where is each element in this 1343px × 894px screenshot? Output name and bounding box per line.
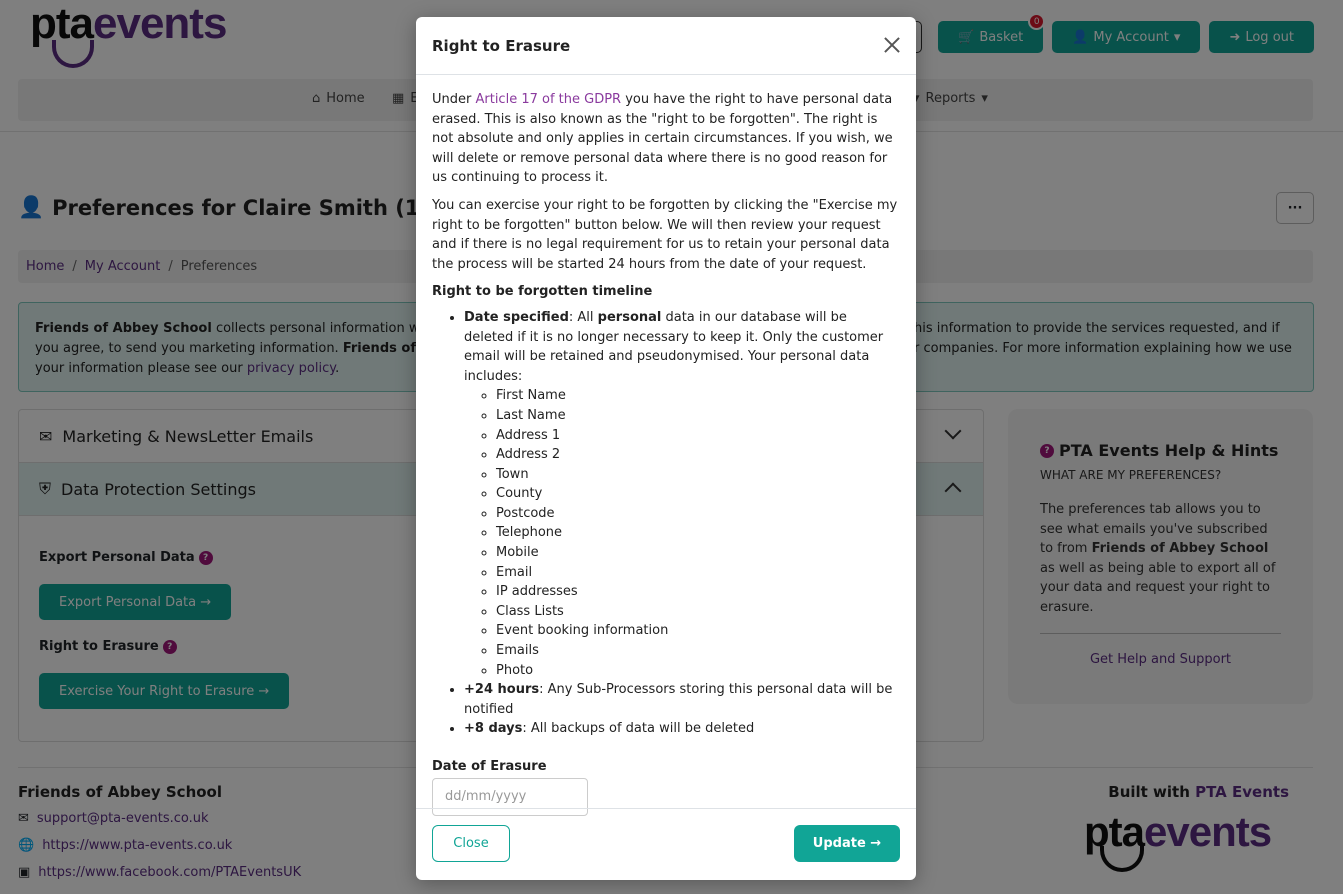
- list-item: First Name: [496, 386, 900, 406]
- close-icon[interactable]: [882, 35, 902, 55]
- date-of-erasure-label: Date of Erasure: [432, 759, 547, 774]
- list-item: Telephone: [496, 523, 900, 543]
- modal-header: Right to Erasure: [416, 17, 916, 75]
- modal-footer: Close Update →: [416, 808, 916, 880]
- list-item: Mobile: [496, 543, 900, 563]
- list-item: Event booking information: [496, 621, 900, 641]
- list-item: Address 1: [496, 426, 900, 446]
- list-item: Email: [496, 563, 900, 583]
- close-button[interactable]: Close: [432, 825, 510, 862]
- timeline-item: +8 days: All backups of data will be del…: [464, 719, 900, 739]
- list-item: IP addresses: [496, 582, 900, 602]
- timeline-list: Date specified: All personal data in our…: [432, 308, 900, 739]
- timeline-item: +24 hours: Any Sub-Processors storing th…: [464, 680, 900, 719]
- update-button[interactable]: Update →: [794, 825, 900, 862]
- list-item: Class Lists: [496, 602, 900, 622]
- modal-title: Right to Erasure: [432, 36, 571, 55]
- gdpr-paragraph: Under Article 17 of the GDPR you have th…: [432, 92, 893, 186]
- right-to-erasure-modal: Right to Erasure Under Article 17 of the…: [416, 17, 916, 880]
- exercise-paragraph: You can exercise your right to be forgot…: [432, 197, 898, 272]
- list-item: Photo: [496, 661, 900, 681]
- list-item: Postcode: [496, 504, 900, 524]
- list-item: Address 2: [496, 445, 900, 465]
- modal-body: Under Article 17 of the GDPR you have th…: [416, 75, 916, 816]
- list-item: Last Name: [496, 406, 900, 426]
- timeline-heading: Right to be forgotten timeline: [432, 284, 653, 300]
- list-item: County: [496, 484, 900, 504]
- timeline-item: Date specified: All personal data in our…: [464, 308, 900, 680]
- gdpr-article-link[interactable]: Article 17 of the GDPR: [475, 92, 621, 107]
- list-item: Town: [496, 465, 900, 485]
- personal-data-list: First Name Last Name Address 1 Address 2…: [464, 386, 900, 680]
- list-item: Emails: [496, 641, 900, 661]
